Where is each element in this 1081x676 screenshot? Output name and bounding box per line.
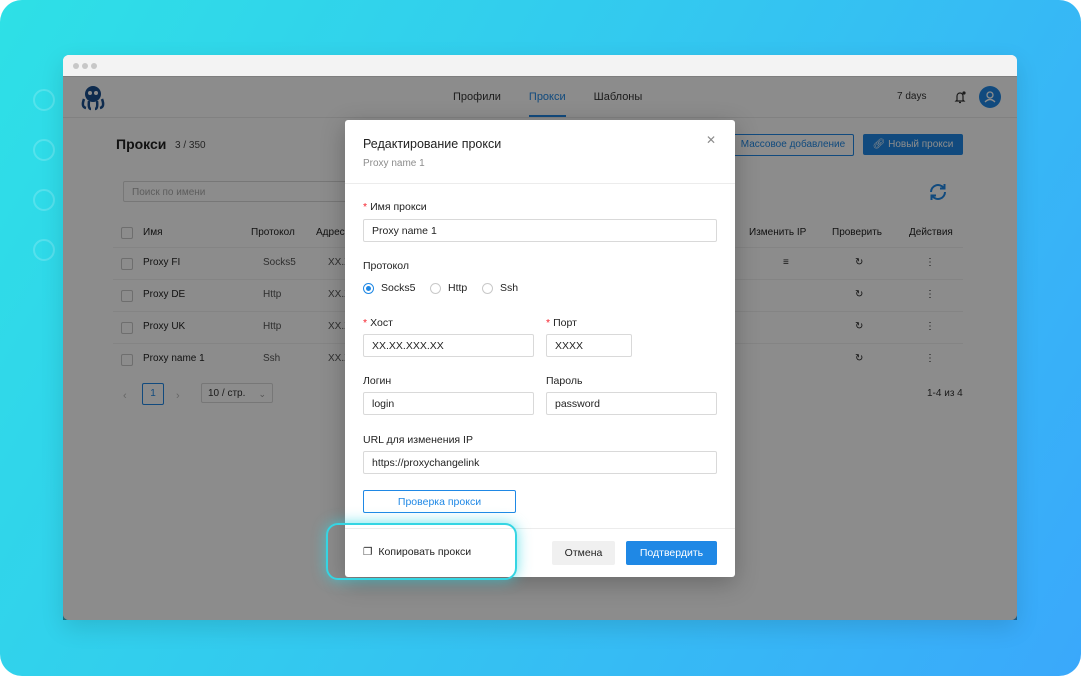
name-label-text: Имя прокси <box>370 201 427 213</box>
window-titlebar <box>63 55 1017 77</box>
host-label-text: Хост <box>370 317 393 329</box>
port-input[interactable]: XXXX <box>546 334 632 357</box>
window-dot[interactable] <box>82 63 88 69</box>
port-label-text: Порт <box>553 317 577 329</box>
modal-subtitle: Proxy name 1 <box>363 158 425 169</box>
change-ip-url-input[interactable]: https://proxychangelink <box>363 451 717 474</box>
password-input[interactable]: password <box>546 392 717 415</box>
close-icon[interactable]: ✕ <box>706 133 716 147</box>
modal-title: Редактирование прокси <box>363 137 502 151</box>
confirm-button[interactable]: Подтвердить <box>626 541 717 565</box>
url-label: URL для изменения IP <box>363 434 473 446</box>
radio-http-label[interactable]: Http <box>448 282 467 294</box>
radio-socks5-label[interactable]: Socks5 <box>381 282 415 294</box>
protocol-label: Протокол <box>363 260 409 272</box>
required-mark: * <box>363 317 368 329</box>
host-label: * Хост <box>363 317 393 329</box>
required-mark: * <box>546 317 551 329</box>
cancel-button[interactable]: Отмена <box>552 541 615 565</box>
required-mark: * <box>363 201 368 213</box>
port-label: * Порт <box>546 317 577 329</box>
host-input[interactable]: XX.XX.XXX.XX <box>363 334 534 357</box>
login-label: Логин <box>363 375 392 387</box>
radio-socks5[interactable] <box>363 283 374 294</box>
password-label: Пароль <box>546 375 583 387</box>
login-input[interactable]: login <box>363 392 534 415</box>
radio-ssh-label[interactable]: Ssh <box>500 282 518 294</box>
window-dot[interactable] <box>91 63 97 69</box>
edit-proxy-modal: Редактирование прокси Proxy name 1 ✕ * Им… <box>345 120 735 577</box>
check-proxy-button[interactable]: Проверка прокси <box>363 490 516 513</box>
window-dot[interactable] <box>73 63 79 69</box>
name-label: * Имя прокси <box>363 201 427 213</box>
proxy-name-input[interactable]: Proxy name 1 <box>363 219 717 242</box>
radio-ssh[interactable] <box>482 283 493 294</box>
modal-divider <box>345 183 735 184</box>
copy-highlight <box>326 523 517 580</box>
radio-http[interactable] <box>430 283 441 294</box>
